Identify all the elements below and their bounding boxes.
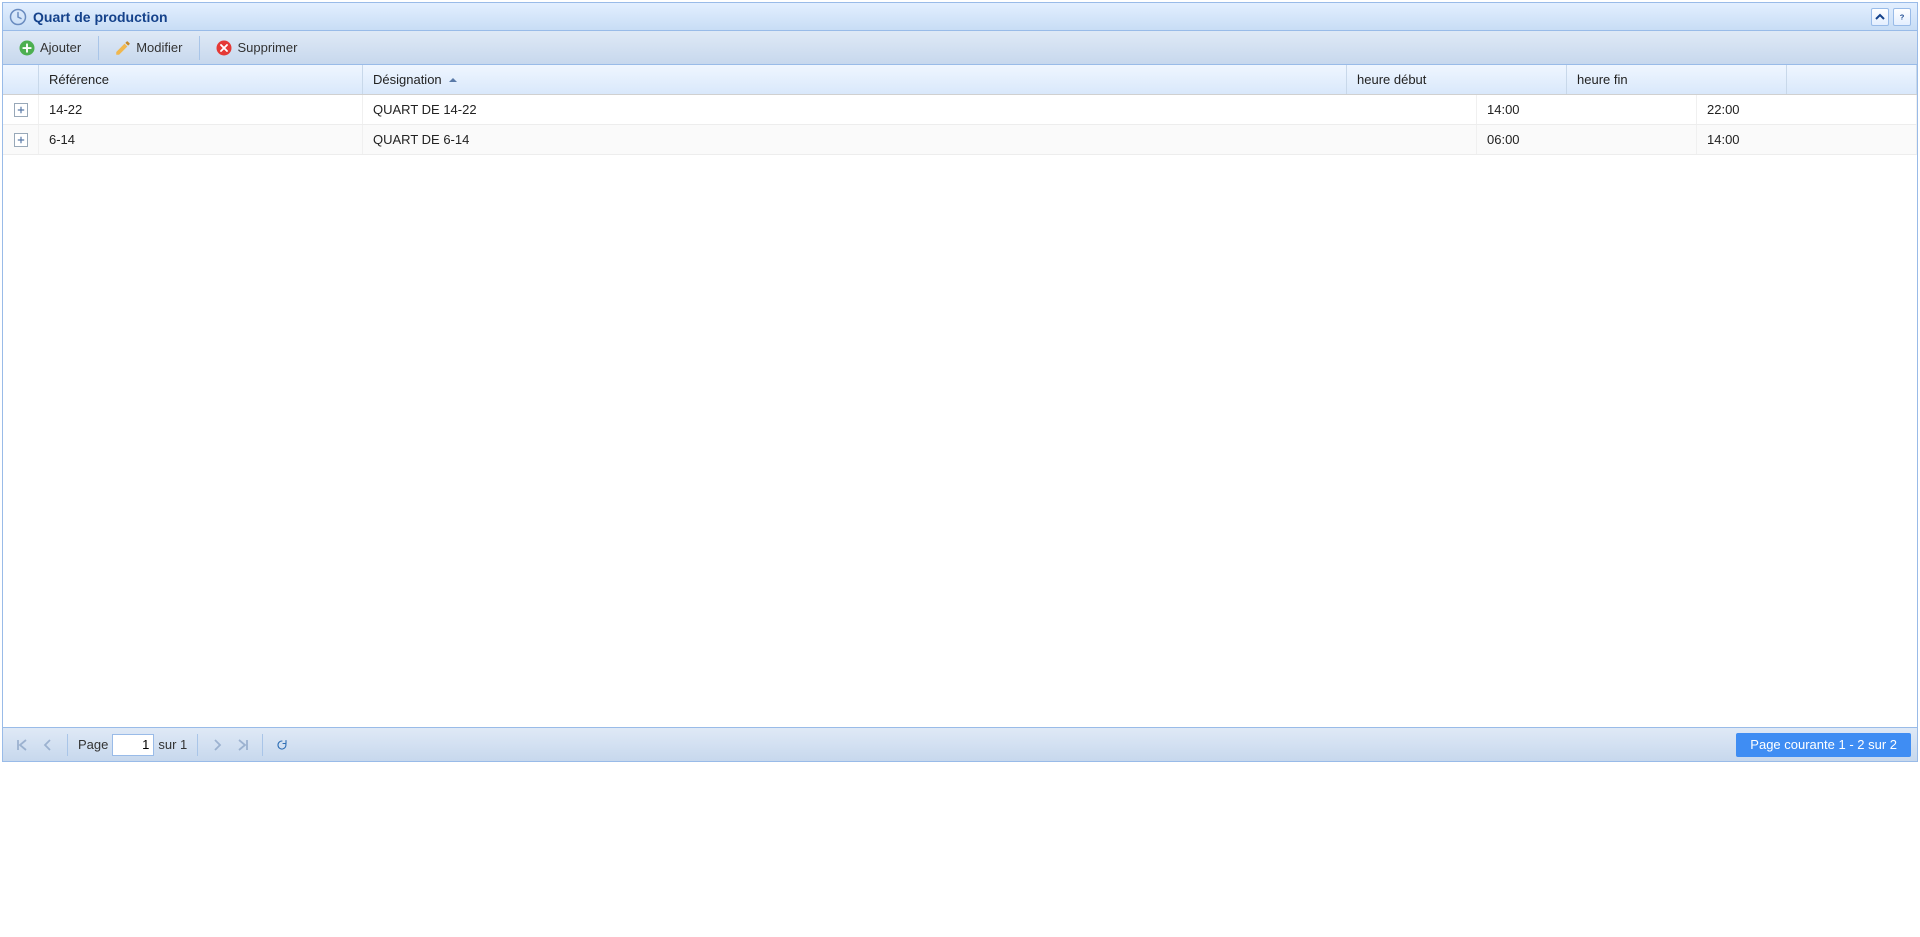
paging-separator xyxy=(197,734,198,756)
pencil-icon xyxy=(114,39,132,57)
refresh-button[interactable] xyxy=(271,734,293,756)
delete-button-label: Supprimer xyxy=(237,40,297,55)
row-expand-cell xyxy=(3,95,39,124)
cell-end-time: 22:00 xyxy=(1697,95,1917,124)
add-button[interactable]: Ajouter xyxy=(9,34,90,62)
column-header-spare xyxy=(1787,65,1917,94)
cell-end-time: 14:00 xyxy=(1697,125,1917,154)
column-header-start-time[interactable]: heure début xyxy=(1347,65,1567,94)
column-header-reference-label: Référence xyxy=(49,72,109,87)
collapse-button[interactable] xyxy=(1871,8,1889,26)
column-header-end-time-label: heure fin xyxy=(1577,72,1628,87)
paging-status: Page courante 1 - 2 sur 2 xyxy=(1736,733,1911,757)
toolbar: Ajouter Modifier Supprimer xyxy=(3,31,1917,65)
delete-circle-icon xyxy=(215,39,233,57)
column-header-designation[interactable]: Désignation xyxy=(363,65,1347,94)
edit-button[interactable]: Modifier xyxy=(105,34,191,62)
plus-circle-icon xyxy=(18,39,36,57)
paging-separator xyxy=(262,734,263,756)
panel-header: Quart de production ? xyxy=(3,3,1917,31)
help-button[interactable]: ? xyxy=(1893,8,1911,26)
table-row[interactable]: 14-22 QUART DE 14-22 14:00 22:00 xyxy=(3,95,1917,125)
cell-start-time: 14:00 xyxy=(1477,95,1697,124)
cell-designation: QUART DE 14-22 xyxy=(363,95,1477,124)
toolbar-separator xyxy=(98,36,99,60)
first-page-button[interactable] xyxy=(11,734,33,756)
last-page-button[interactable] xyxy=(232,734,254,756)
column-header-start-time-label: heure début xyxy=(1357,72,1426,87)
cell-designation: QUART DE 6-14 xyxy=(363,125,1477,154)
cell-start-time: 06:00 xyxy=(1477,125,1697,154)
grid-body: 14-22 QUART DE 14-22 14:00 22:00 6-14 QU… xyxy=(3,95,1917,727)
column-header-reference[interactable]: Référence xyxy=(39,65,363,94)
edit-button-label: Modifier xyxy=(136,40,182,55)
table-row[interactable]: 6-14 QUART DE 6-14 06:00 14:00 xyxy=(3,125,1917,155)
sort-ascending-icon xyxy=(448,75,458,85)
row-expand-cell xyxy=(3,125,39,154)
paging-separator xyxy=(67,734,68,756)
column-header-end-time[interactable]: heure fin xyxy=(1567,65,1787,94)
page-total-label: sur 1 xyxy=(158,737,187,752)
expand-row-button[interactable] xyxy=(14,133,28,147)
panel-quart-de-production: Quart de production ? Ajouter Modifier xyxy=(2,2,1918,762)
data-grid: Référence Désignation heure début heure … xyxy=(3,65,1917,727)
next-page-button[interactable] xyxy=(206,734,228,756)
column-header-expand[interactable] xyxy=(3,65,39,94)
cell-reference: 14-22 xyxy=(39,95,363,124)
grid-header-row: Référence Désignation heure début heure … xyxy=(3,65,1917,95)
prev-page-button[interactable] xyxy=(37,734,59,756)
column-header-designation-label: Désignation xyxy=(373,72,442,87)
paging-toolbar: Page sur 1 Page courante 1 - 2 sur 2 xyxy=(3,727,1917,761)
page-label: Page xyxy=(78,737,108,752)
clock-icon xyxy=(9,8,27,26)
page-number-input[interactable] xyxy=(112,734,154,756)
toolbar-separator xyxy=(199,36,200,60)
expand-row-button[interactable] xyxy=(14,103,28,117)
cell-reference: 6-14 xyxy=(39,125,363,154)
svg-text:?: ? xyxy=(1900,12,1905,21)
panel-title: Quart de production xyxy=(33,9,168,25)
add-button-label: Ajouter xyxy=(40,40,81,55)
delete-button[interactable]: Supprimer xyxy=(206,34,306,62)
